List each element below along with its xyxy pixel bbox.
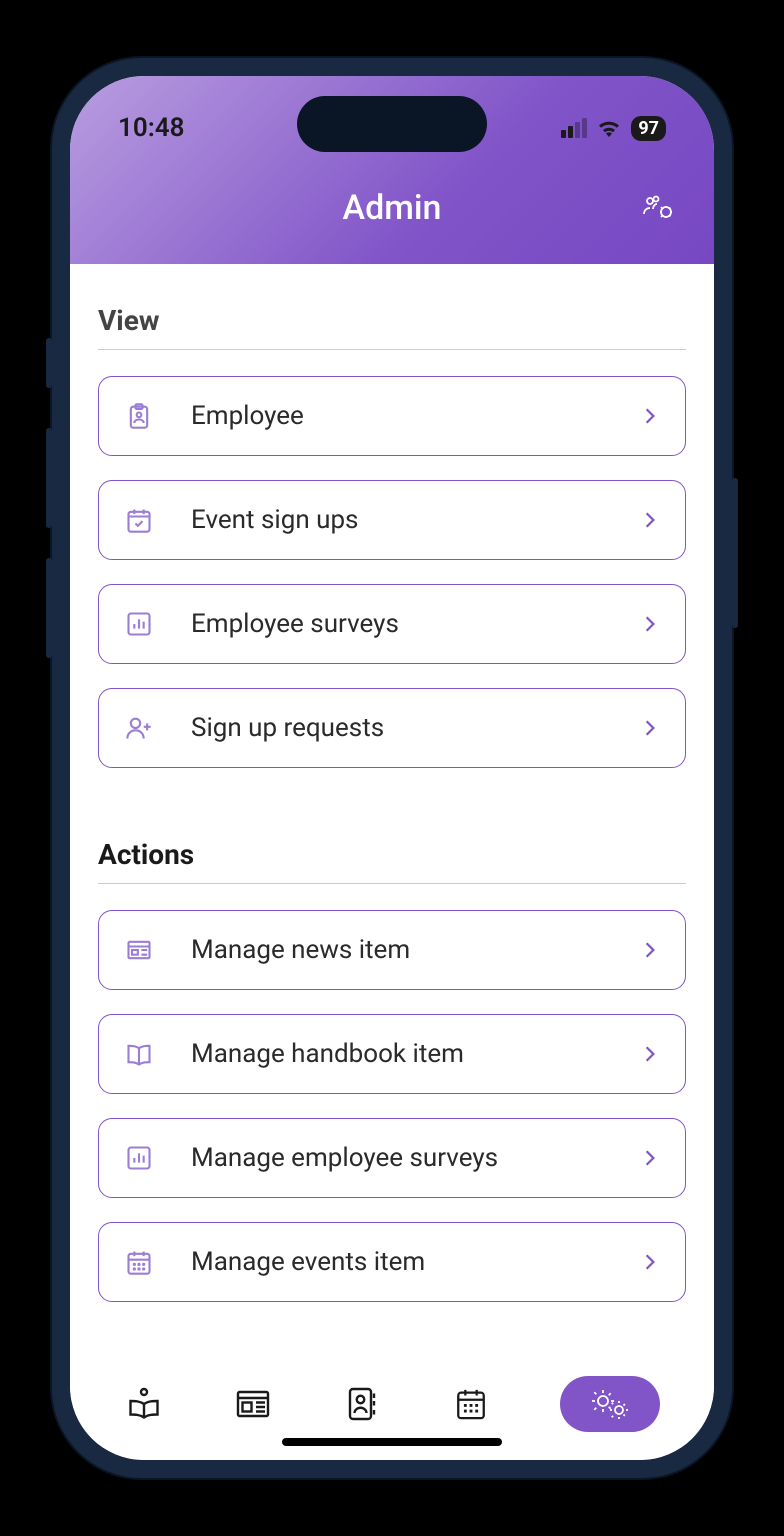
chevron-right-icon	[641, 1149, 659, 1167]
list-item-manage-handbook[interactable]: Manage handbook item	[98, 1014, 686, 1094]
status-indicators: 97	[561, 116, 666, 141]
list-item-employee-surveys[interactable]: Employee surveys	[98, 584, 686, 664]
wifi-icon	[597, 119, 621, 137]
chevron-right-icon	[641, 1045, 659, 1063]
list-label: Manage events item	[191, 1247, 641, 1277]
dynamic-island	[297, 96, 487, 152]
chevron-right-icon	[641, 615, 659, 633]
page-title: Admin	[343, 188, 442, 228]
home-indicator[interactable]	[282, 1438, 502, 1446]
phone-screen: 10:48 97 Admin	[70, 76, 714, 1460]
list-label: Employee	[191, 401, 641, 431]
list-label: Manage news item	[191, 935, 641, 965]
phone-frame: 10:48 97 Admin	[52, 58, 732, 1478]
side-button	[732, 478, 738, 628]
calendar-grid-icon	[125, 1248, 153, 1276]
signal-icon	[561, 118, 587, 138]
list-item-manage-events[interactable]: Manage events item	[98, 1222, 686, 1302]
list-item-signup-requests[interactable]: Sign up requests	[98, 688, 686, 768]
list-label: Employee surveys	[191, 609, 641, 639]
tab-handbook[interactable]	[124, 1384, 164, 1424]
tab-profile[interactable]	[342, 1384, 382, 1424]
chevron-right-icon	[641, 511, 659, 529]
status-time: 10:48	[118, 113, 185, 143]
view-section: View Employee Event sign ups	[98, 304, 686, 768]
section-title-view: View	[98, 304, 686, 350]
side-button	[46, 558, 52, 658]
newspaper-icon	[125, 936, 153, 964]
list-label: Sign up requests	[191, 713, 641, 743]
list-label: Manage employee surveys	[191, 1143, 641, 1173]
tab-calendar[interactable]	[451, 1384, 491, 1424]
book-open-icon	[125, 1040, 153, 1068]
list-item-employee[interactable]: Employee	[98, 376, 686, 456]
battery-level: 97	[638, 118, 659, 139]
tab-admin[interactable]	[560, 1376, 660, 1432]
chevron-right-icon	[641, 407, 659, 425]
chevron-right-icon	[641, 1253, 659, 1271]
list-label: Event sign ups	[191, 505, 641, 535]
team-settings-button[interactable]	[642, 194, 674, 222]
chevron-right-icon	[641, 719, 659, 737]
content-area: View Employee Event sign ups	[70, 264, 714, 1358]
side-button	[46, 338, 52, 388]
user-plus-icon	[125, 714, 153, 742]
tab-news[interactable]	[233, 1384, 273, 1424]
list-item-event-signups[interactable]: Event sign ups	[98, 480, 686, 560]
clipboard-user-icon	[125, 402, 153, 430]
chevron-right-icon	[641, 941, 659, 959]
side-button	[46, 428, 52, 528]
chart-bar-icon	[125, 610, 153, 638]
actions-section: Actions Manage news item Manage handbook…	[98, 838, 686, 1302]
list-label: Manage handbook item	[191, 1039, 641, 1069]
list-item-manage-news[interactable]: Manage news item	[98, 910, 686, 990]
nav-header: Admin	[70, 188, 714, 228]
section-title-actions: Actions	[98, 838, 686, 884]
chart-bar-icon	[125, 1144, 153, 1172]
calendar-check-icon	[125, 506, 153, 534]
battery-indicator: 97	[631, 116, 666, 141]
list-item-manage-surveys[interactable]: Manage employee surveys	[98, 1118, 686, 1198]
